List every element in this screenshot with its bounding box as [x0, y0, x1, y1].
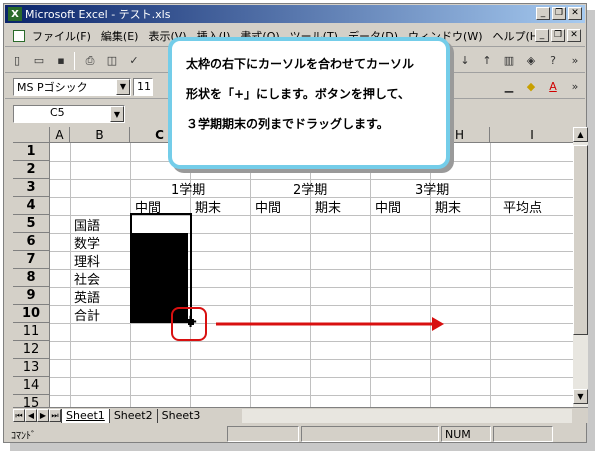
drag-arrow-head — [432, 317, 444, 331]
drag-arrow-overlay — [216, 317, 444, 331]
